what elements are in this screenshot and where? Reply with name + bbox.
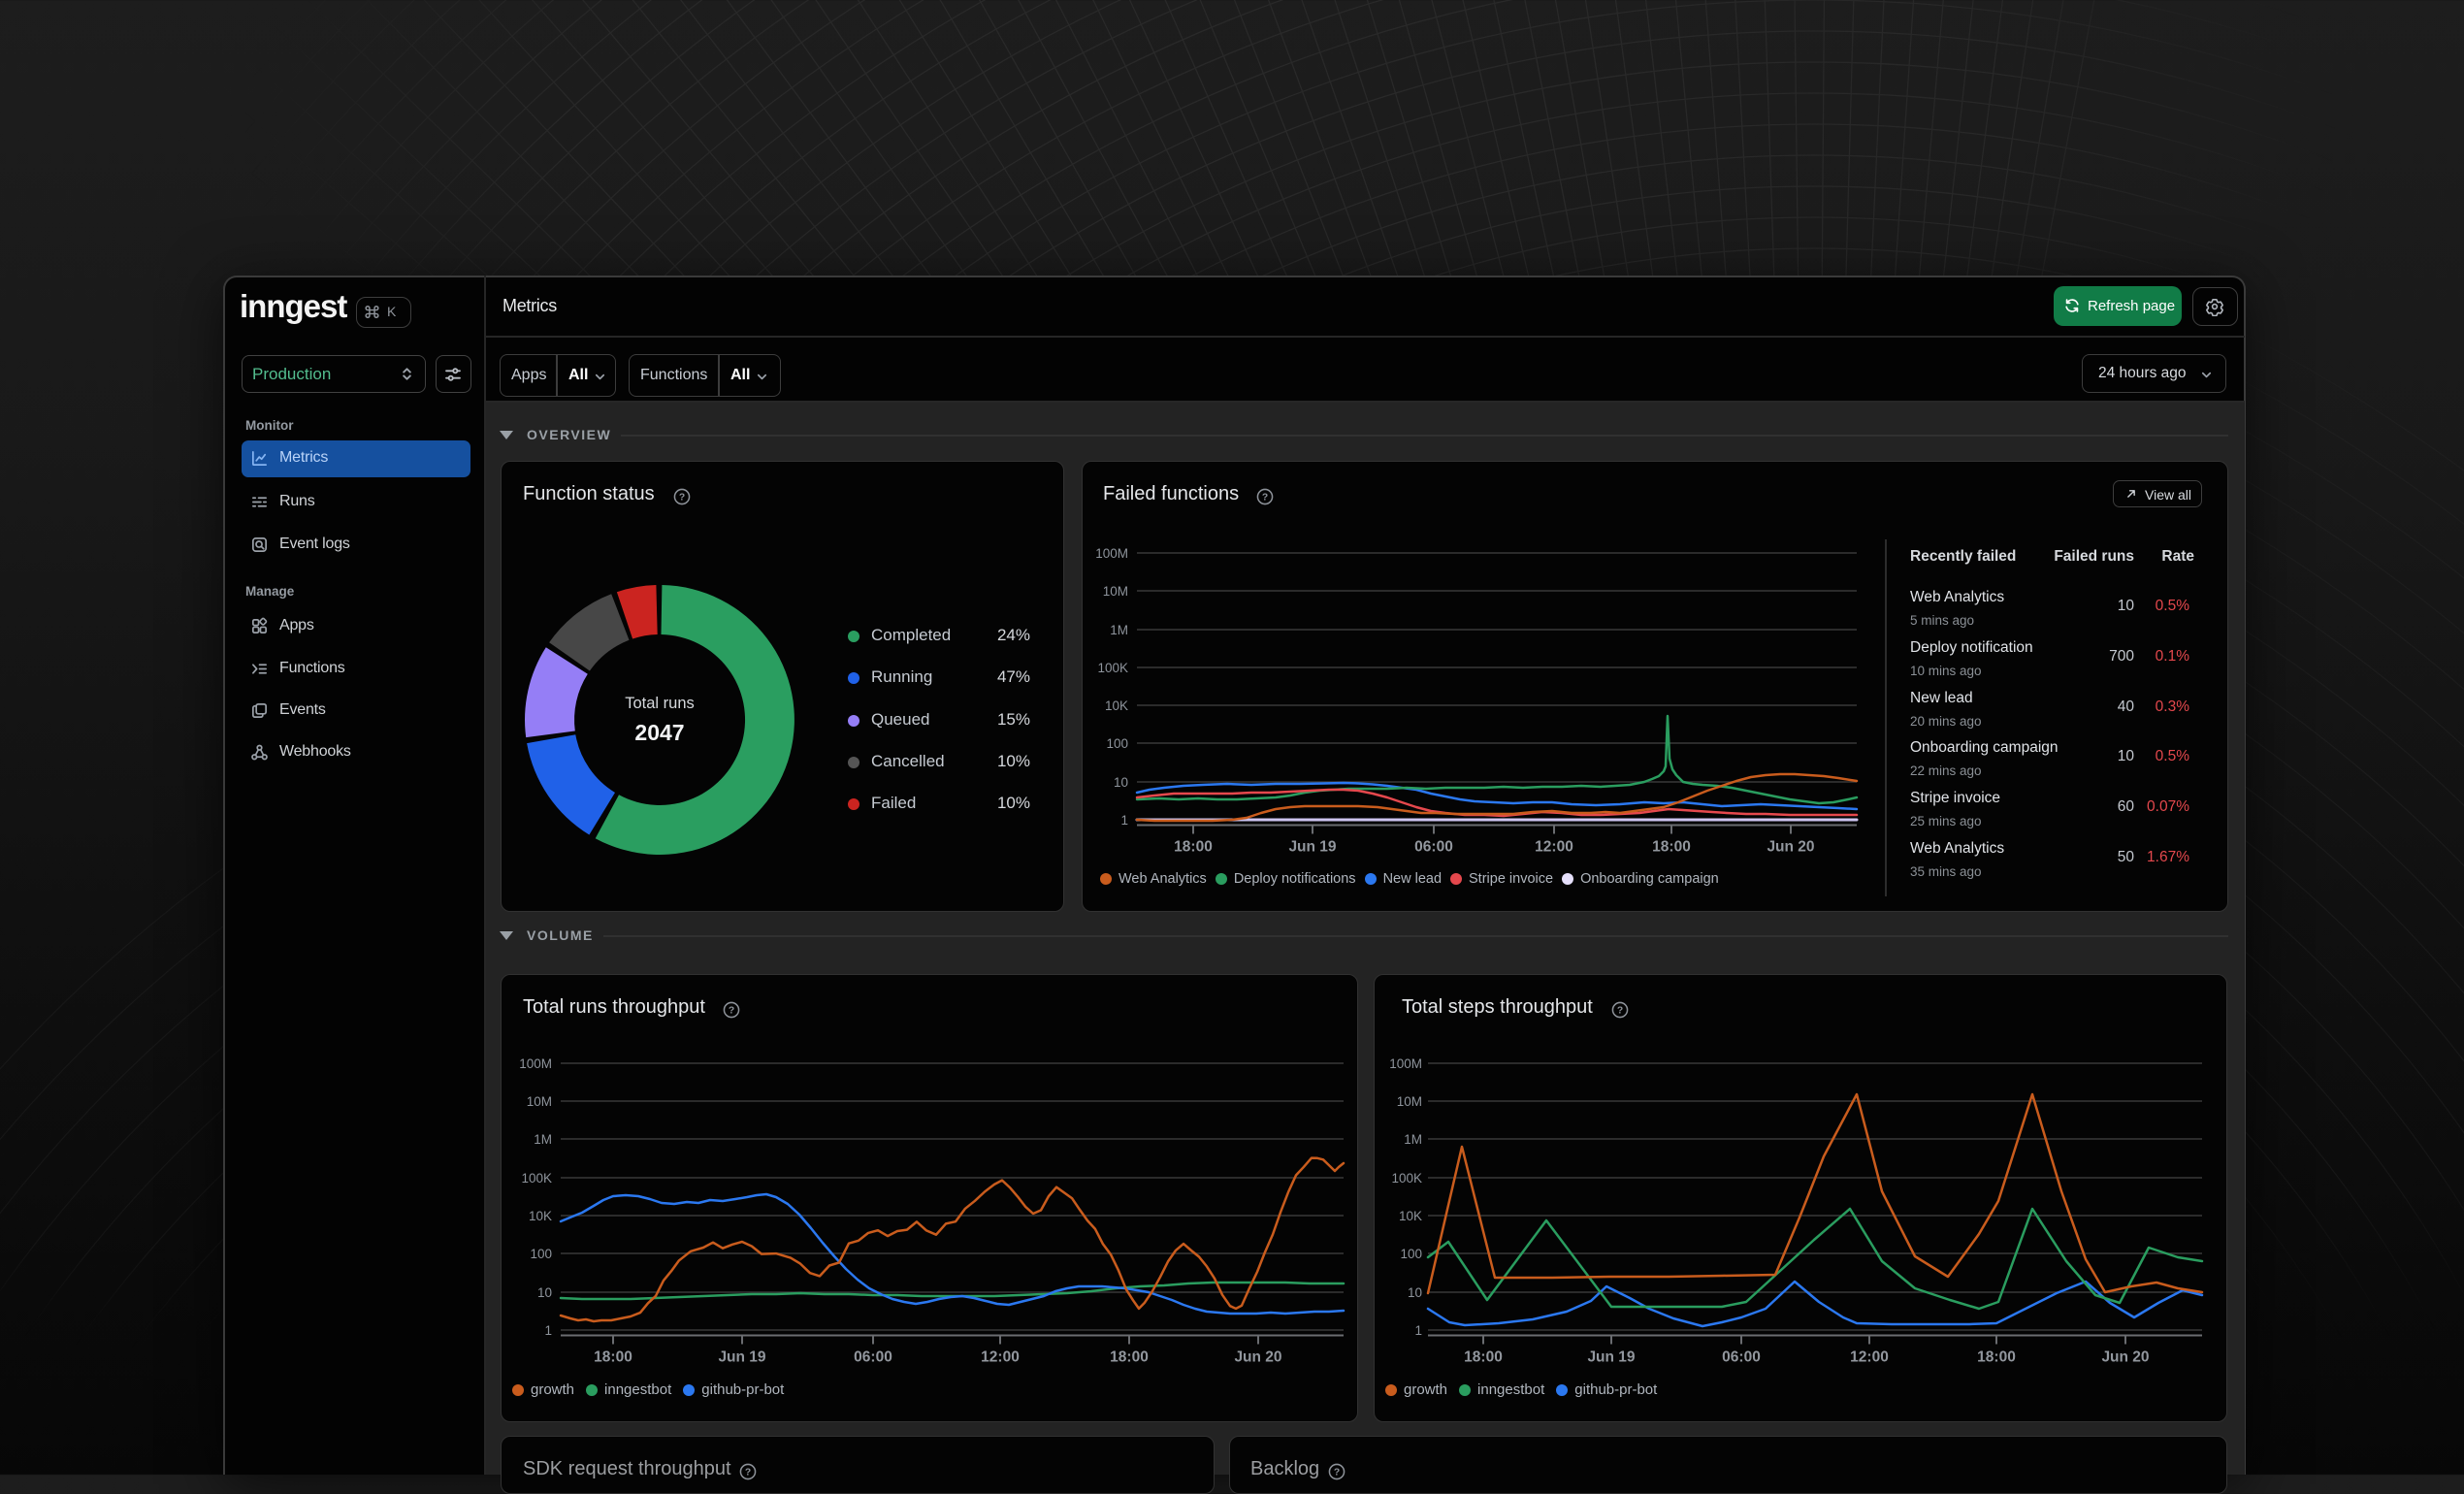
svg-text:18:00: 18:00	[1977, 1349, 2016, 1366]
svg-text:100M: 100M	[1389, 1056, 1422, 1071]
svg-text:100: 100	[1400, 1247, 1422, 1261]
svg-text:1M: 1M	[1404, 1132, 1422, 1147]
svg-text:100K: 100K	[1391, 1171, 1422, 1185]
svg-text:12:00: 12:00	[1850, 1349, 1889, 1366]
svg-text:Jun 19: Jun 19	[1587, 1349, 1635, 1366]
svg-text:Jun 20: Jun 20	[2101, 1349, 2149, 1366]
svg-text:10: 10	[1408, 1285, 1422, 1300]
svg-text:10K: 10K	[1399, 1209, 1422, 1223]
svg-text:1: 1	[1414, 1323, 1422, 1338]
svg-text:18:00: 18:00	[1464, 1349, 1503, 1366]
svg-text:06:00: 06:00	[1722, 1349, 1761, 1366]
svg-text:10M: 10M	[1397, 1094, 1422, 1109]
